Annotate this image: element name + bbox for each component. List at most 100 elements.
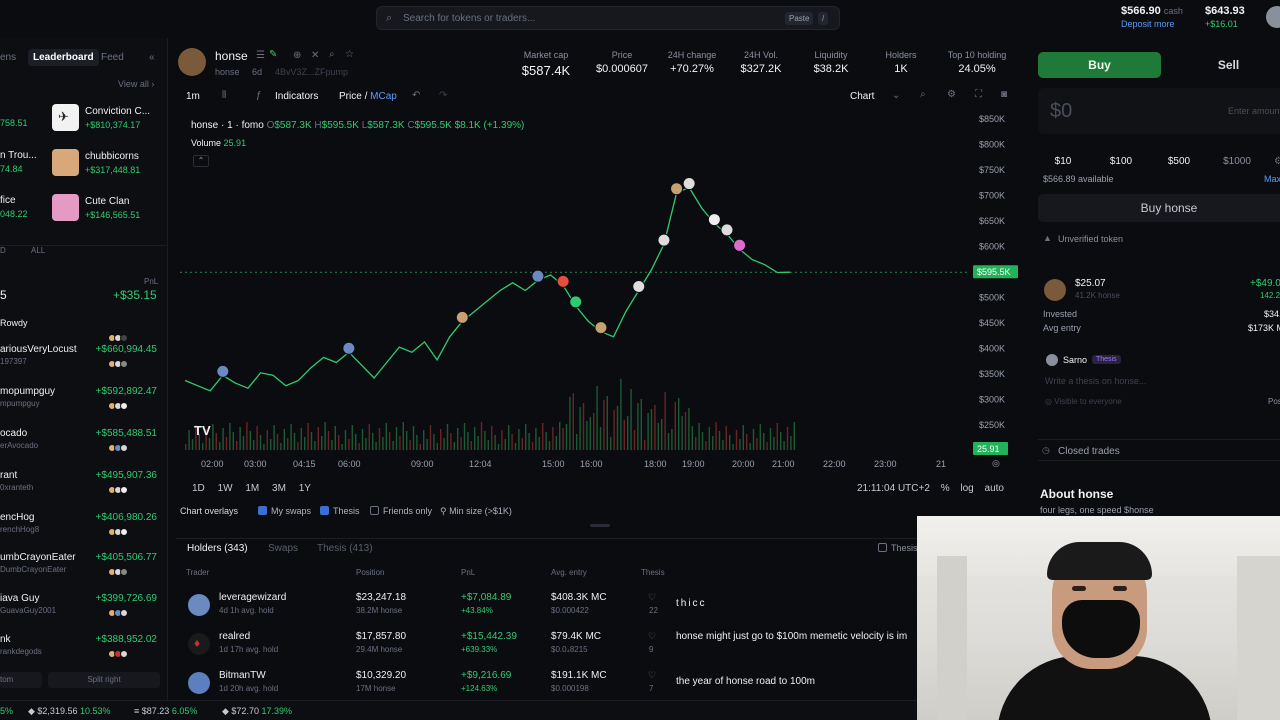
ticker-item[interactable]: ◆ $72.70 17.39%	[222, 706, 292, 717]
ticker-item[interactable]: ≡ $87.23 6.05%	[134, 706, 197, 716]
filter-all[interactable]: ALL	[31, 246, 45, 255]
paste-button[interactable]: Paste	[785, 12, 814, 25]
candle-type-icon[interactable]: ⫴	[222, 90, 226, 101]
tab-prev[interactable]: ens	[0, 52, 16, 63]
redo-icon[interactable]: ↷	[439, 90, 447, 101]
tab-leaderboard[interactable]: Leaderboard	[28, 49, 99, 66]
deposit-link[interactable]: Deposit more	[1121, 19, 1175, 29]
preset-1000-button[interactable]: $1000	[1212, 152, 1262, 172]
list-item[interactable]: ocado erAvocado +$585,488.51	[0, 428, 160, 464]
star-icon[interactable]: ☆	[345, 49, 354, 60]
search-icon[interactable]: ⌕	[920, 89, 926, 100]
preset-100-button[interactable]: $100	[1096, 152, 1146, 172]
leaderboard-card[interactable]: chubbicorns +$317,448.81	[52, 149, 162, 185]
globe-icon[interactable]: ⊕	[293, 50, 301, 61]
x-tick-label: 21	[936, 459, 947, 469]
thesis-checkbox[interactable]: Thesis	[320, 506, 360, 516]
volume-bar	[188, 430, 190, 450]
leaderboard-card[interactable]: ✈ Conviction C... +$810,374.17	[52, 104, 162, 140]
range-3m[interactable]: 3M	[272, 483, 286, 494]
volume-bar	[538, 437, 540, 450]
volume-bar	[463, 423, 466, 450]
leaderboard-card[interactable]: Cute Clan +$146,565.51	[52, 194, 162, 230]
volume-bar	[586, 421, 588, 450]
volume-bar	[276, 434, 279, 450]
my-swaps-checkbox[interactable]: My swaps	[258, 506, 311, 516]
interval-button[interactable]: 1m	[186, 91, 200, 102]
amount-field[interactable]: $0 Enter amount	[1038, 88, 1280, 134]
buy-token-button[interactable]: Buy honse	[1038, 194, 1280, 222]
preset-10-button[interactable]: $10	[1038, 152, 1088, 172]
preset-500-button[interactable]: $500	[1154, 152, 1204, 172]
list-item[interactable]: umbCrayonEater DumbCrayonEater +$405,506.7…	[0, 552, 160, 588]
chart-type-select[interactable]: Chart	[850, 91, 874, 102]
x-tick-label: 18:00	[644, 459, 667, 469]
view-all-link[interactable]: View all ›	[118, 79, 154, 89]
min-size-filter[interactable]: ⚲ Min size (>$1K)	[440, 506, 512, 517]
tab-feed[interactable]: Feed	[101, 52, 124, 63]
volume-bar	[525, 424, 527, 450]
volume-bar	[389, 432, 391, 450]
range-1m[interactable]: 1M	[245, 483, 259, 494]
volume-bar	[599, 427, 602, 450]
heart-icon[interactable]: ♡	[648, 592, 656, 603]
buy-tab[interactable]: Buy	[1038, 52, 1161, 78]
tab-thesis[interactable]: Thesis (413)	[317, 543, 373, 554]
table-row[interactable]: leveragewizard 4d 1h avg. hold $23,247.18…	[176, 592, 920, 630]
friends-only-checkbox[interactable]: Friends only	[370, 506, 432, 516]
portfolio-total: $643.93	[1205, 5, 1245, 17]
list-item[interactable]: ariousVeryLocust 197397 +$660,994.45	[0, 344, 160, 380]
visibility-select[interactable]: ◎ Visible to everyone	[1045, 397, 1122, 406]
range-1y[interactable]: 1Y	[299, 483, 311, 494]
log-toggle[interactable]: log	[960, 483, 973, 494]
auto-toggle[interactable]: auto	[985, 483, 1004, 494]
price-toggle[interactable]: Price / MCap	[339, 91, 397, 102]
volume-bar	[725, 426, 727, 450]
closed-trades-row[interactable]: ◷ Closed trades	[1038, 439, 1280, 461]
menu-icon[interactable]: ☰	[256, 50, 265, 61]
list-item[interactable]: mopumpguy mpumpguy +$592,892.47	[0, 386, 160, 422]
indicators-icon[interactable]: ƒ	[256, 90, 262, 101]
table-row[interactable]: ♦ realred 1d 17h avg. hold $17,857.80 29.4…	[176, 631, 920, 669]
search-input[interactable]: Search for tokens or traders...	[403, 13, 535, 24]
bottom-tab[interactable]: tom	[0, 672, 42, 688]
token-header: honse ☰ ✎ ⊕ ✕ ⌕ ☆ honse 6d 4BvV3Z...ZFpu…	[172, 44, 1022, 84]
user-avatar[interactable]	[1266, 6, 1280, 28]
gear-icon[interactable]: ⚙	[1274, 156, 1280, 167]
list-item[interactable]: encHog renchHog8 +$406,980.26	[0, 512, 160, 548]
ticker-item[interactable]: ◆ $2,319.56 10.53%	[28, 706, 111, 717]
pencil-icon[interactable]: ✎	[269, 49, 277, 60]
gear-icon[interactable]: ⚙	[947, 89, 956, 100]
search-box[interactable]: ⌕ Search for tokens or traders... Paste …	[376, 6, 840, 30]
price-line	[184, 186, 791, 392]
list-item[interactable]: rant 0xranteth +$495,907.36	[0, 470, 160, 506]
range-1d[interactable]: 1D	[192, 483, 205, 494]
volume-bar	[246, 422, 248, 450]
filter-prev[interactable]: D	[0, 246, 6, 255]
post-button[interactable]: Post	[1268, 397, 1280, 406]
resize-handle[interactable]	[590, 524, 610, 527]
split-right-button[interactable]: Split right	[48, 672, 160, 688]
thesis-toggle[interactable]: Thesis	[878, 543, 918, 553]
tab-holders[interactable]: Holders (343)	[187, 543, 248, 554]
sell-tab[interactable]: Sell	[1167, 52, 1280, 78]
camera-icon[interactable]: ◙	[1001, 89, 1007, 100]
fullscreen-icon[interactable]: ⛶	[975, 89, 982, 100]
range-1w[interactable]: 1W	[218, 483, 233, 494]
collapse-icon[interactable]: «	[149, 52, 155, 63]
axis-settings-icon[interactable]: ◎	[992, 458, 1000, 469]
search-icon[interactable]: ⌕	[329, 49, 335, 60]
list-item[interactable]: iava Guy GuavaGuy2001 +$399,726.69	[0, 593, 160, 629]
percent-toggle[interactable]: %	[941, 483, 950, 494]
list-item[interactable]: nk rankdegods +$388,952.02	[0, 634, 160, 670]
indicators-button[interactable]: Indicators	[275, 91, 318, 102]
heart-icon[interactable]: ♡	[648, 670, 656, 681]
x-icon[interactable]: ✕	[311, 50, 319, 61]
price-chart[interactable]: $850K$800K$750K$700K$650K$600K$550K$500K…	[180, 110, 1020, 475]
heart-icon[interactable]: ♡	[648, 631, 656, 642]
tab-swaps[interactable]: Swaps	[268, 543, 298, 554]
thesis-input[interactable]: Write a thesis on honse...	[1045, 376, 1146, 386]
undo-icon[interactable]: ↶	[412, 90, 420, 101]
max-button[interactable]: Max	[1264, 174, 1280, 184]
token-address[interactable]: 4BvV3Z...ZFpump	[275, 67, 348, 77]
